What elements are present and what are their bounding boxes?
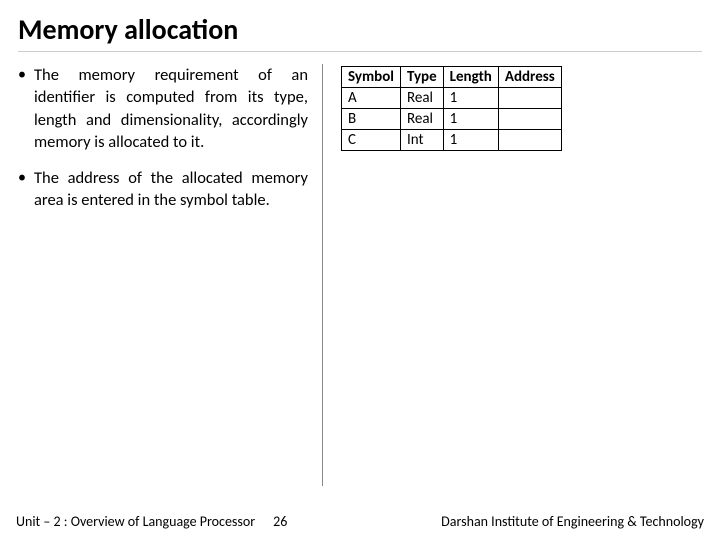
cell: Int	[400, 130, 443, 151]
col-type: Type	[400, 67, 443, 88]
footer-unit: Unit – 2 : Overview of Language Processo…	[16, 513, 255, 530]
footer-institute: Darshan Institute of Engineering & Techn…	[441, 513, 704, 530]
cell: A	[342, 88, 401, 109]
table-header-row: Symbol Type Length Address	[342, 67, 562, 88]
bullet-text: The address of the allocated memory area…	[34, 167, 308, 212]
content-area: • The memory requirement of an identifie…	[18, 64, 702, 486]
list-item: • The address of the allocated memory ar…	[18, 167, 308, 212]
symbol-table: Symbol Type Length Address A Real 1 B Re…	[341, 66, 562, 151]
bullet-icon: •	[18, 167, 34, 212]
slide: Memory allocation • The memory requireme…	[0, 0, 720, 540]
cell: Real	[400, 88, 443, 109]
col-length: Length	[443, 67, 498, 88]
cell: C	[342, 130, 401, 151]
cell: 1	[443, 88, 498, 109]
cell: B	[342, 109, 401, 130]
table-row: C Int 1	[342, 130, 562, 151]
cell	[498, 130, 561, 151]
bullet-list: • The memory requirement of an identifie…	[18, 64, 323, 486]
table-container: Symbol Type Length Address A Real 1 B Re…	[341, 64, 702, 486]
col-symbol: Symbol	[342, 67, 401, 88]
page-title: Memory allocation	[18, 12, 702, 52]
cell: Real	[400, 109, 443, 130]
bullet-icon: •	[18, 64, 34, 153]
footer-page-number: 26	[273, 513, 287, 530]
cell	[498, 88, 561, 109]
list-item: • The memory requirement of an identifie…	[18, 64, 308, 153]
cell	[498, 109, 561, 130]
table-row: A Real 1	[342, 88, 562, 109]
footer: Unit – 2 : Overview of Language Processo…	[0, 513, 720, 530]
cell: 1	[443, 130, 498, 151]
table-row: B Real 1	[342, 109, 562, 130]
bullet-text: The memory requirement of an identifier …	[34, 64, 308, 153]
col-address: Address	[498, 67, 561, 88]
cell: 1	[443, 109, 498, 130]
